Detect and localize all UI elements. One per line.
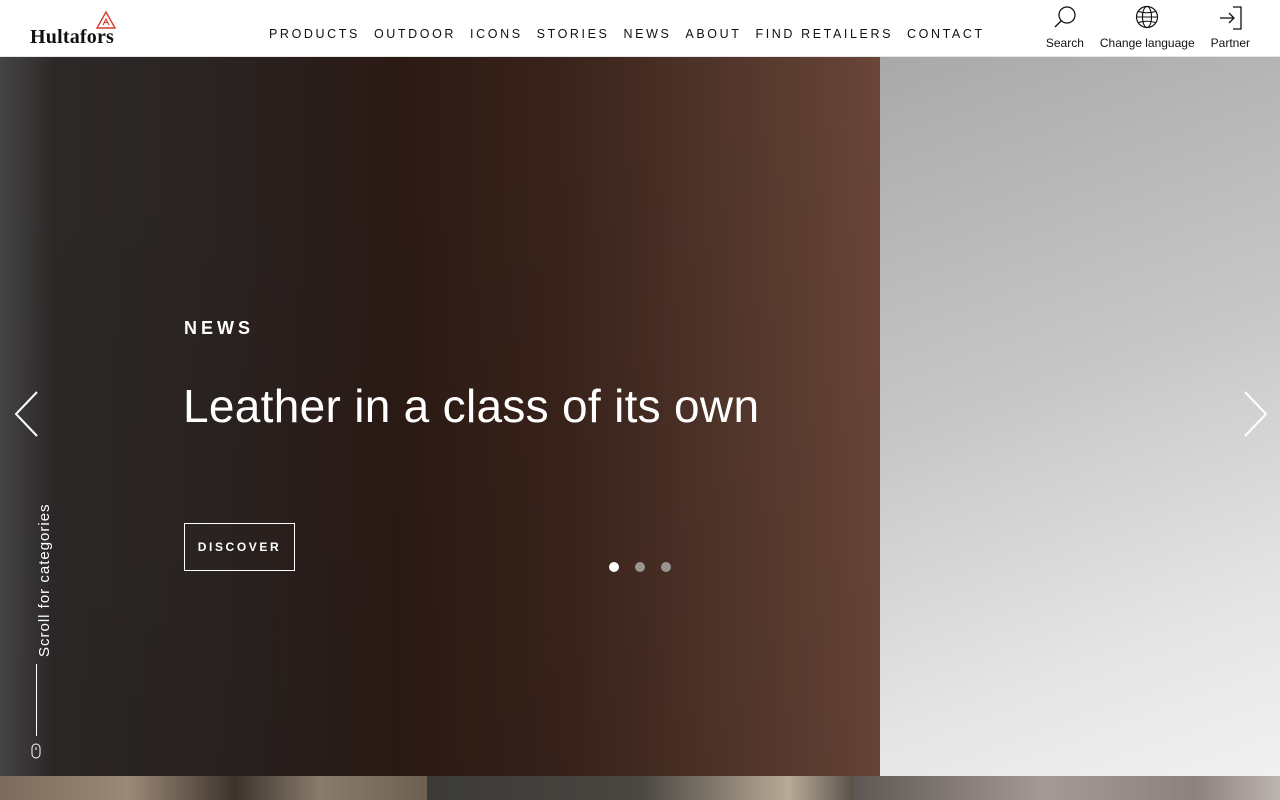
- header-tools: Search Change language Partner: [1046, 4, 1250, 50]
- carousel-pagination: [609, 562, 671, 572]
- category-thumbnail[interactable]: [427, 776, 853, 800]
- hero-next-slide-preview: [880, 57, 1280, 776]
- change-language-button[interactable]: Change language: [1100, 4, 1195, 50]
- nav-item-about[interactable]: ABOUT: [685, 27, 741, 41]
- nav-item-find-retailers[interactable]: FIND RETAILERS: [755, 27, 893, 41]
- nav-item-outdoor[interactable]: OUTDOOR: [374, 27, 456, 41]
- brand-logo[interactable]: Hultafors: [30, 10, 130, 48]
- category-thumbnail[interactable]: [853, 776, 1280, 800]
- search-label: Search: [1045, 36, 1084, 50]
- nav-item-news[interactable]: NEWS: [624, 27, 672, 41]
- nav-item-stories[interactable]: STORIES: [537, 27, 610, 41]
- hero-carousel: NEWS Leather in a class of its own DISCO…: [0, 57, 1280, 776]
- change-language-label: Change language: [1099, 36, 1195, 50]
- category-thumbnails: [0, 776, 1280, 800]
- scroll-for-categories-label: Scroll for categories: [36, 503, 53, 657]
- hero-headline: Leather in a class of its own: [183, 380, 760, 432]
- carousel-next-icon[interactable]: [1240, 389, 1270, 439]
- globe-icon: [1136, 5, 1159, 29]
- hero-kicker: NEWS: [184, 318, 254, 338]
- search-icon: [1054, 6, 1076, 28]
- discover-button[interactable]: DISCOVER: [184, 523, 295, 571]
- carousel-dot-3[interactable]: [661, 562, 671, 572]
- main-nav: PRODUCTS OUTDOOR ICONS STORIES NEWS ABOU…: [269, 27, 999, 41]
- partner-label: Partner: [1210, 36, 1250, 50]
- nav-item-products[interactable]: PRODUCTS: [269, 27, 360, 41]
- carousel-dot-1[interactable]: [609, 562, 619, 572]
- scroll-indicator-line: [36, 664, 37, 736]
- category-thumbnail[interactable]: [0, 776, 427, 800]
- carousel-prev-icon[interactable]: [12, 389, 42, 439]
- nav-item-icons[interactable]: ICONS: [470, 27, 523, 41]
- nav-item-contact[interactable]: CONTACT: [907, 27, 985, 41]
- mouse-icon: [31, 743, 41, 759]
- site-header: Hultafors PRODUCTS OUTDOOR ICONS STORIES…: [0, 0, 1280, 57]
- partner-button[interactable]: Partner: [1211, 4, 1250, 50]
- brand-name: Hultafors: [30, 26, 115, 48]
- login-icon: [1220, 6, 1242, 30]
- search-button[interactable]: Search: [1046, 4, 1084, 50]
- carousel-dot-2[interactable]: [635, 562, 645, 572]
